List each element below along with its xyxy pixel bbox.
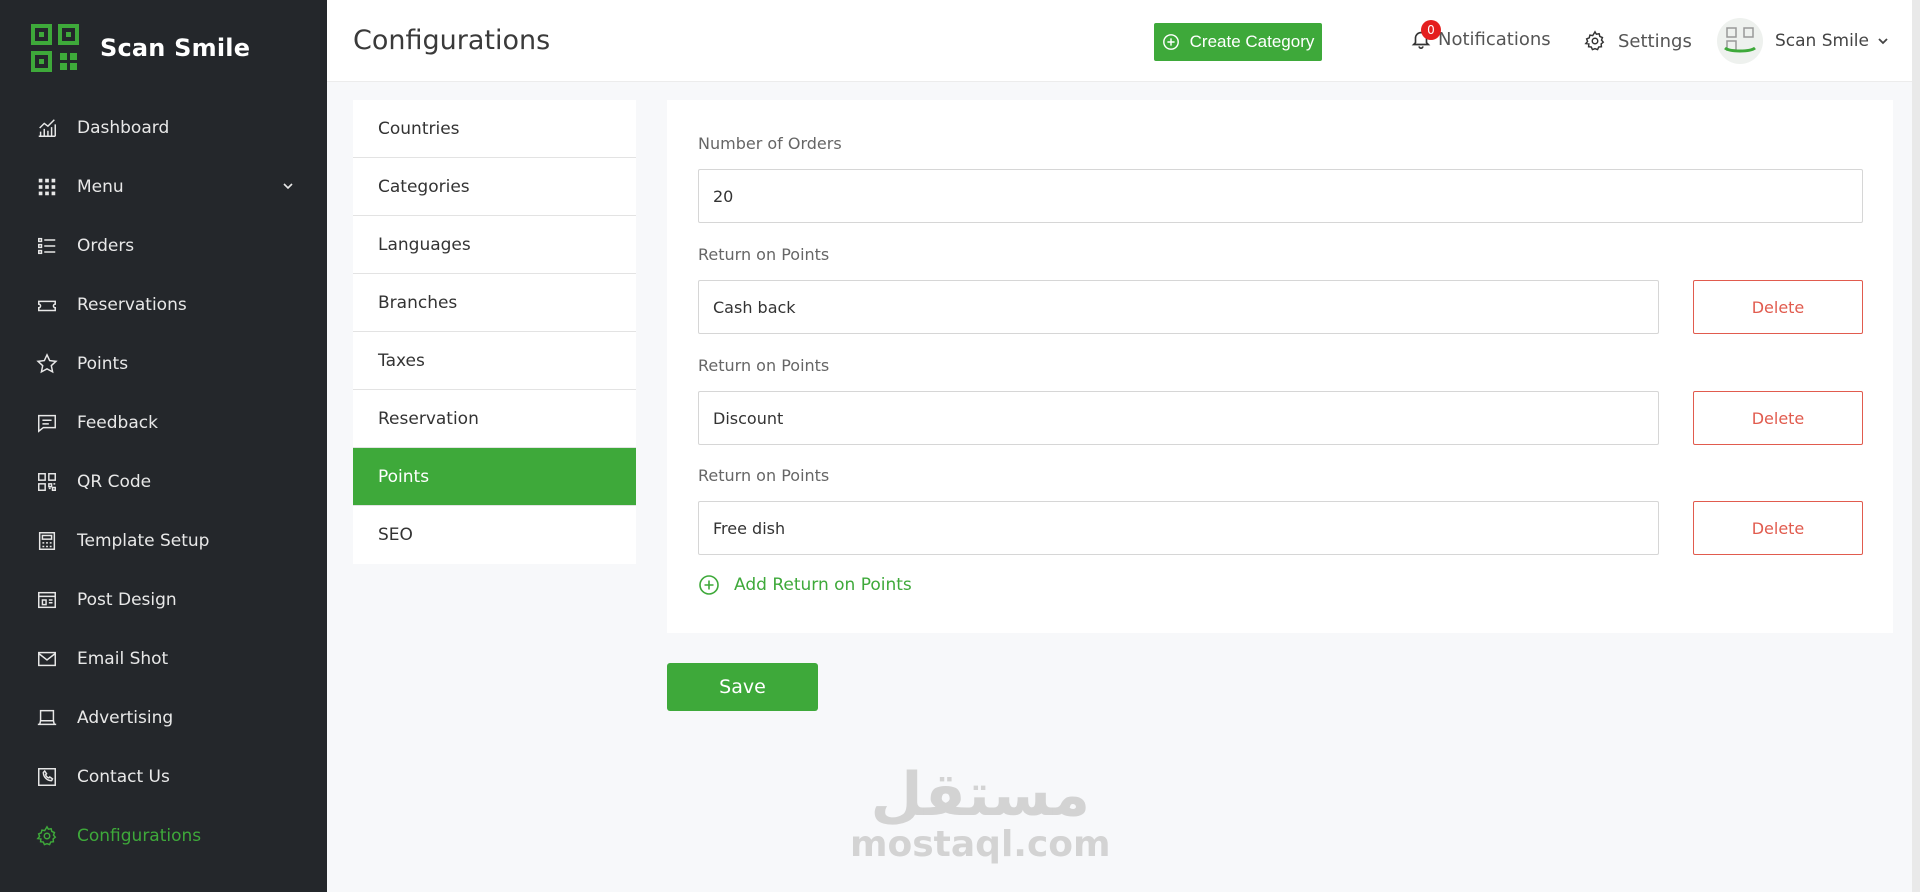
return-label: Return on Points — [698, 356, 830, 375]
return-input[interactable] — [698, 280, 1659, 334]
sidebar-item-dashboard[interactable]: Dashboard — [0, 106, 327, 150]
return-label: Return on Points — [698, 466, 830, 485]
qr-logo-icon — [31, 24, 79, 72]
sidebar-item-label: Reservations — [77, 295, 187, 315]
watermark-arabic: مستقل — [870, 760, 1090, 830]
sidebar-item-label: Feedback — [77, 413, 158, 433]
config-item-branches[interactable]: Branches — [353, 274, 636, 332]
delete-button[interactable]: Delete — [1693, 391, 1863, 445]
return-label: Return on Points — [698, 245, 830, 264]
return-input[interactable] — [698, 391, 1659, 445]
sidebar-item-label: Advertising — [77, 708, 174, 728]
sidebar-item-template-setup[interactable]: Template Setup — [0, 519, 327, 563]
user-name: Scan Smile — [1775, 31, 1869, 51]
delete-button[interactable]: Delete — [1693, 280, 1863, 334]
sidebar-item-label: QR Code — [77, 472, 152, 492]
sidebar-item-label: Points — [77, 354, 129, 374]
add-return-label: Add Return on Points — [734, 575, 912, 595]
configuration-menu: Countries Categories Languages Branches … — [353, 100, 636, 564]
delete-button[interactable]: Delete — [1693, 501, 1863, 555]
chevron-down-icon — [1878, 38, 1888, 45]
brand[interactable]: Scan Smile — [0, 0, 327, 96]
sidebar-item-contact-us[interactable]: Contact Us — [0, 755, 327, 799]
sidebar-item-label: Configurations — [77, 826, 202, 846]
page-title: Configurations — [353, 25, 551, 56]
config-item-languages[interactable]: Languages — [353, 216, 636, 274]
return-input[interactable] — [698, 501, 1659, 555]
points-form-panel: Number of Orders Return on Points Delete… — [667, 100, 1893, 633]
user-menu[interactable]: Scan Smile — [1717, 18, 1889, 64]
brand-name: Scan Smile — [100, 34, 251, 62]
sidebar-item-label: Template Setup — [77, 531, 210, 551]
phone-icon — [35, 765, 59, 789]
sidebar-item-label: Dashboard — [77, 118, 170, 138]
add-return-link[interactable]: Add Return on Points — [698, 574, 912, 596]
create-category-label: Create Category — [1189, 32, 1315, 51]
sidebar-item-menu[interactable]: Menu — [0, 165, 327, 209]
config-item-categories[interactable]: Categories — [353, 158, 636, 216]
qr-icon — [35, 470, 59, 494]
sidebar-item-configurations[interactable]: Configurations — [0, 814, 327, 858]
config-item-seo[interactable]: SEO — [353, 506, 636, 564]
sidebar: Scan Smile Dashboard Menu Orders Reserva… — [0, 0, 327, 892]
plus-circle-icon — [1162, 34, 1179, 50]
laptop-icon — [35, 706, 59, 730]
qr-avatar-icon — [1724, 27, 1756, 53]
star-icon — [35, 352, 59, 376]
list-icon — [35, 234, 59, 258]
ticket-icon — [35, 293, 59, 317]
watermark: مستقل mostaql.com — [850, 765, 1111, 865]
grid-icon — [35, 175, 59, 199]
notifications-link[interactable]: 0 Notifications — [1410, 20, 1551, 50]
sidebar-item-orders[interactable]: Orders — [0, 224, 327, 268]
sidebar-item-reservations[interactable]: Reservations — [0, 283, 327, 327]
sidebar-item-feedback[interactable]: Feedback — [0, 401, 327, 445]
sidebar-item-advertising[interactable]: Advertising — [0, 696, 327, 740]
sidebar-item-label: Menu — [77, 177, 124, 197]
config-item-countries[interactable]: Countries — [353, 100, 636, 158]
config-item-taxes[interactable]: Taxes — [353, 332, 636, 390]
watermark-latin: mostaql.com — [850, 824, 1111, 865]
create-category-button[interactable]: Create Category — [1154, 23, 1322, 61]
plus-circle-icon — [699, 575, 719, 595]
top-header: Configurations Create Category 0 Notific… — [327, 0, 1920, 82]
notification-count-badge: 0 — [1421, 20, 1441, 40]
sidebar-item-label: Email Shot — [77, 649, 169, 669]
sidebar-item-post-design[interactable]: Post Design — [0, 578, 327, 622]
orders-input[interactable] — [698, 169, 1863, 223]
sidebar-item-email-shot[interactable]: Email Shot — [0, 637, 327, 681]
notifications-label: Notifications — [1438, 28, 1551, 50]
orders-label: Number of Orders — [698, 134, 842, 153]
sidebar-item-label: Contact Us — [77, 767, 170, 787]
settings-label: Settings — [1618, 30, 1692, 52]
calculator-icon — [35, 529, 59, 553]
settings-link[interactable]: Settings — [1584, 30, 1692, 52]
gear-icon — [35, 824, 59, 848]
config-item-reservation[interactable]: Reservation — [353, 390, 636, 448]
mail-icon — [35, 647, 59, 671]
bell-wrapper: 0 — [1410, 20, 1441, 50]
avatar — [1717, 18, 1763, 64]
layout-icon — [35, 588, 59, 612]
chevron-down-icon[interactable] — [281, 179, 295, 193]
chart-icon — [35, 116, 59, 140]
gear-icon — [1584, 30, 1605, 51]
sidebar-item-label: Post Design — [77, 590, 177, 610]
scrollbar[interactable] — [1912, 0, 1920, 892]
sidebar-item-qr-code[interactable]: QR Code — [0, 460, 327, 504]
sidebar-item-label: Orders — [77, 236, 135, 256]
sidebar-item-points[interactable]: Points — [0, 342, 327, 386]
save-button[interactable]: Save — [667, 663, 818, 711]
config-item-points[interactable]: Points — [353, 448, 636, 506]
comment-icon — [35, 411, 59, 435]
